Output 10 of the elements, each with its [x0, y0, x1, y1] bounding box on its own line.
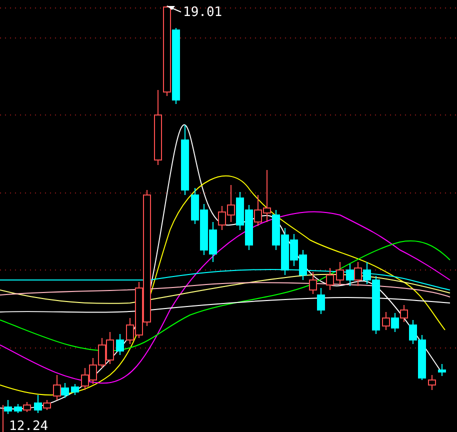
candlestick — [181, 124, 189, 196]
candlestick — [336, 262, 344, 286]
high-price-marker-icon — [166, 6, 182, 12]
candlestick — [116, 334, 124, 356]
candlestick — [4, 400, 12, 414]
low-price-label: 12.24 — [9, 419, 48, 432]
candlestick — [71, 384, 79, 396]
candlestick — [428, 374, 436, 390]
candlestick — [438, 364, 446, 376]
high-price-label: 19.01 — [183, 5, 222, 20]
